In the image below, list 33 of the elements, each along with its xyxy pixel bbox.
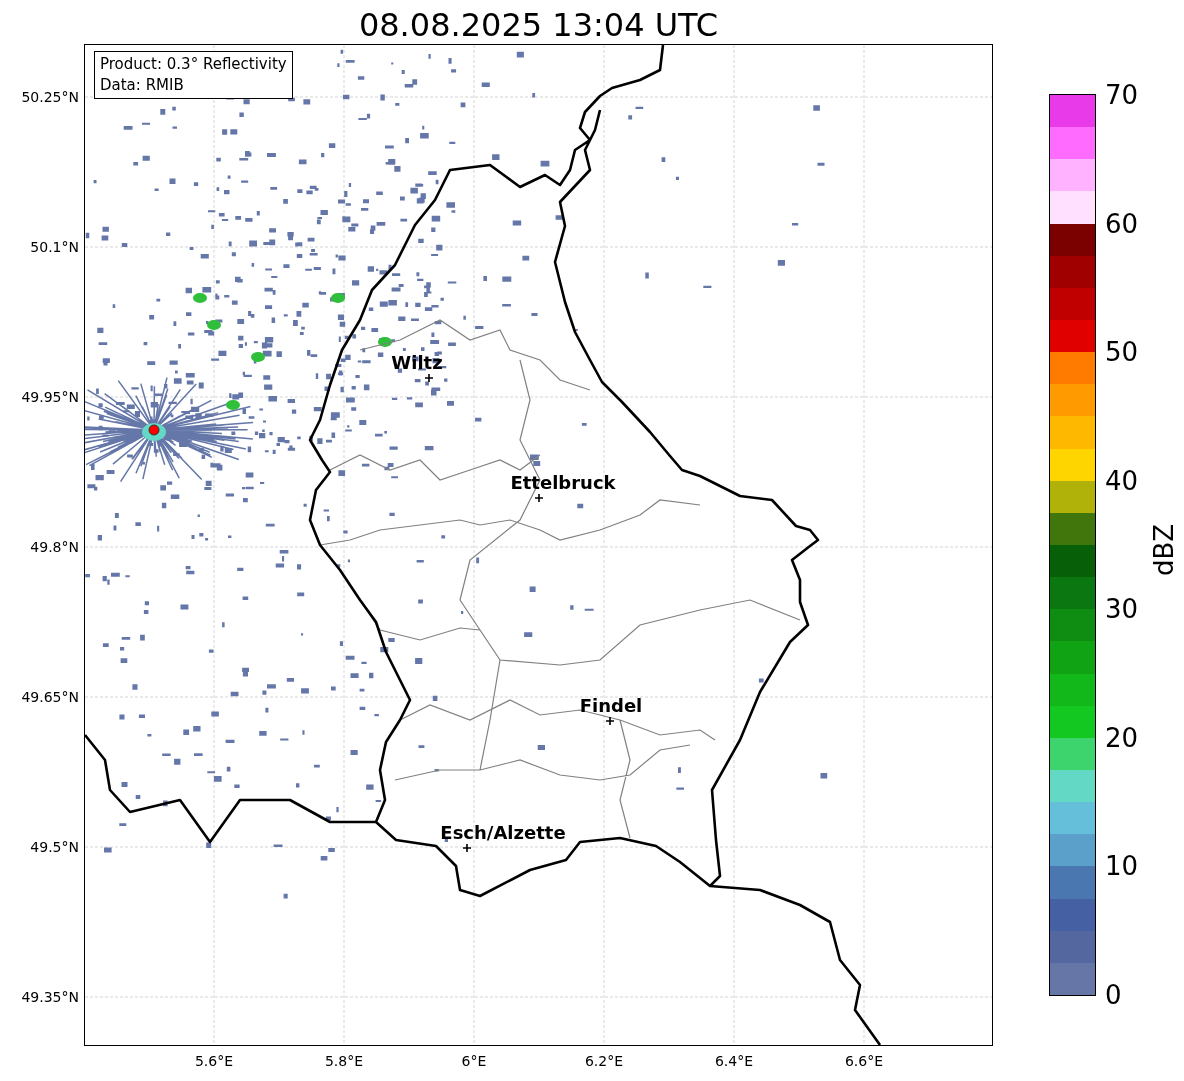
legend-text: Product: 0.3° Reflectivity [100, 54, 287, 75]
axis-tick-label: 50.25°N [21, 89, 79, 105]
colorbar-tick-label: 0 [1105, 981, 1122, 1009]
city-marker-icon [425, 374, 433, 382]
colorbar-tick-label: 20 [1105, 723, 1139, 752]
axis-tick-label: 6°E [461, 1053, 487, 1069]
axis-tick-label: 49.35°N [21, 989, 79, 1005]
axis-tick-label: 5.6°E [194, 1053, 234, 1069]
legend-text: Data: RMIB [100, 75, 185, 96]
axis-tick-label: 50.1°N [30, 239, 79, 255]
city-marker-icon [606, 717, 614, 725]
axis-tick-label: 49.65°N [21, 689, 79, 705]
colorbar-tick-label: 10 [1105, 852, 1139, 881]
city-label: Wiltz [391, 354, 443, 372]
chart-title: 08.08.2025 13:04 UTC [357, 5, 720, 45]
city-label: Esch/Alzette [440, 824, 566, 842]
axis-tick-label: 49.8°N [30, 539, 79, 555]
colorbar-tick-label: 60 [1105, 209, 1139, 238]
axis-tick-label: 6.4°E [714, 1053, 754, 1069]
city-marker-icon [535, 494, 543, 502]
axis-tick-label: 49.95°N [21, 389, 79, 405]
colorbar-tick-label: 70 [1105, 81, 1139, 109]
city-label: Ettelbruck [510, 474, 616, 492]
colorbar-label: dBZ [1149, 523, 1180, 577]
colorbar-tick-label: 50 [1105, 338, 1139, 367]
city-marker-icon [463, 844, 471, 852]
colorbar-tick-label: 40 [1105, 466, 1139, 495]
axis-tick-label: 49.5°N [30, 839, 79, 855]
colorbar-tick-label: 30 [1105, 595, 1139, 624]
city-label: Findel [579, 697, 643, 715]
axis-tick-label: 5.8°E [324, 1053, 364, 1069]
axis-tick-label: 6.2°E [584, 1053, 624, 1069]
axis-tick-label: 6.6°E [844, 1053, 884, 1069]
